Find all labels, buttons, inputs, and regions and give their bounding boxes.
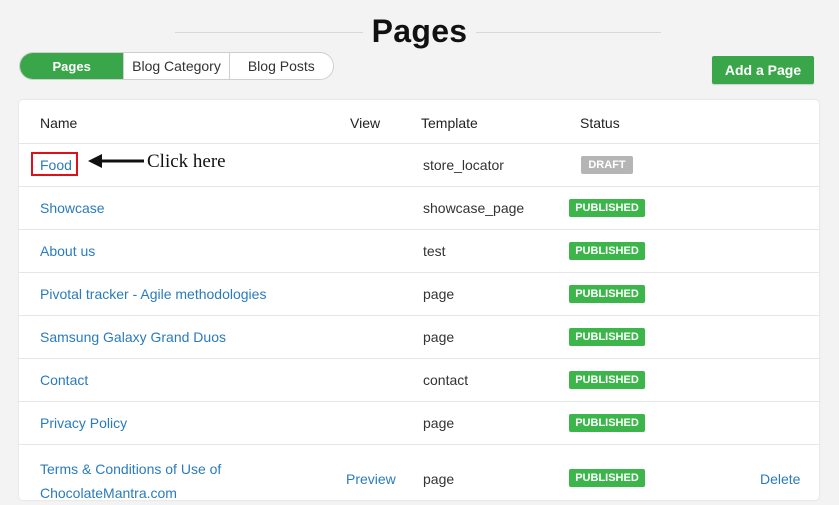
tab-blog-category[interactable]: Blog Category xyxy=(124,53,230,79)
status-badge: PUBLISHED xyxy=(569,328,645,346)
table-row: Showcase showcase_page PUBLISHED xyxy=(19,187,819,230)
template-value: page xyxy=(423,329,455,345)
page-name-link[interactable]: Contact xyxy=(40,372,88,388)
page-name-link[interactable]: Showcase xyxy=(40,200,105,216)
column-header-view: View xyxy=(350,115,381,131)
page-name-link[interactable]: Terms & Conditions of Use of ChocolateMa… xyxy=(40,457,221,505)
status-badge: PUBLISHED xyxy=(569,285,645,303)
table-row: About us test PUBLISHED xyxy=(19,230,819,273)
template-value: page xyxy=(423,471,455,487)
section-tabs: Pages Blog Category Blog Posts xyxy=(19,52,334,80)
template-value: contact xyxy=(423,372,469,388)
column-header-template: Template xyxy=(421,115,478,131)
add-page-button[interactable]: Add a Page xyxy=(712,56,814,84)
table-row: Samsung Galaxy Grand Duos page PUBLISHED xyxy=(19,316,819,359)
tab-blog-posts[interactable]: Blog Posts xyxy=(230,53,333,79)
status-badge: PUBLISHED xyxy=(569,199,645,217)
title-divider-right xyxy=(476,32,661,33)
page-header: Pages xyxy=(0,0,839,60)
template-value: showcase_page xyxy=(423,200,525,216)
template-value: page xyxy=(423,286,455,302)
table-row: Contact contact PUBLISHED xyxy=(19,359,819,402)
page-title: Pages xyxy=(371,13,468,49)
arrow-left-icon xyxy=(88,154,144,168)
page-name-link[interactable]: Samsung Galaxy Grand Duos xyxy=(40,329,226,345)
page-name-link[interactable]: Privacy Policy xyxy=(40,415,127,431)
tab-pages[interactable]: Pages xyxy=(20,53,125,79)
table-row: Privacy Policy page PUBLISHED xyxy=(19,402,819,445)
page-name-link[interactable]: Pivotal tracker - Agile methodologies xyxy=(40,286,266,302)
template-value: page xyxy=(423,415,455,431)
status-badge: PUBLISHED xyxy=(569,242,645,260)
table-header: Name View Template Status xyxy=(19,100,819,144)
status-badge: PUBLISHED xyxy=(569,469,645,487)
template-value: store_locator xyxy=(423,157,504,173)
preview-link[interactable]: Preview xyxy=(346,471,396,487)
highlight-box xyxy=(31,152,78,176)
column-header-name: Name xyxy=(40,115,78,131)
table-row-hover: Terms & Conditions of Use of ChocolateMa… xyxy=(19,445,819,505)
table-row: Pivotal tracker - Agile methodologies pa… xyxy=(19,273,819,316)
delete-link[interactable]: Delete xyxy=(760,471,800,487)
status-badge: PUBLISHED xyxy=(569,414,645,432)
column-header-status: Status xyxy=(580,115,620,131)
template-value: test xyxy=(423,243,446,259)
page-name-line-1: Terms & Conditions of Use of xyxy=(40,461,222,477)
status-badge: DRAFT xyxy=(581,156,633,174)
annotation-label: Click here xyxy=(147,151,226,172)
page-name-link[interactable]: About us xyxy=(40,243,95,259)
status-badge: PUBLISHED xyxy=(569,371,645,389)
page-name-line-2: ChocolateMantra.com xyxy=(40,485,177,501)
